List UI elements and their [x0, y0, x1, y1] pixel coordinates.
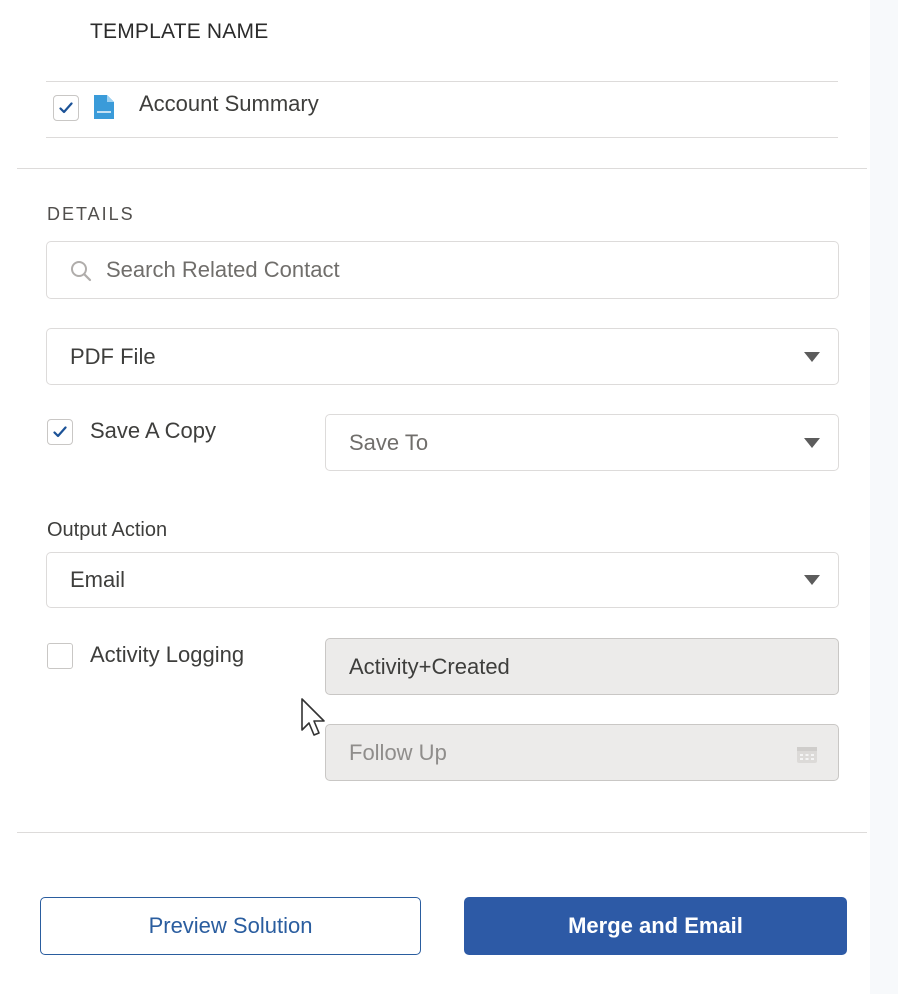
activity-subject-field: Activity+Created [325, 638, 839, 695]
activity-subject-value: Activity+Created [349, 653, 510, 679]
save-copy-checkbox[interactable] [47, 419, 73, 445]
divider [46, 137, 838, 138]
chevron-down-icon [804, 437, 820, 448]
activity-logging-checkbox[interactable] [47, 643, 73, 669]
merge-and-email-button[interactable]: Merge and Email [464, 897, 847, 955]
follow-up-placeholder: Follow Up [349, 739, 447, 765]
follow-up-date-field: Follow Up [325, 724, 839, 781]
chevron-down-icon [804, 575, 820, 585]
calendar-icon [797, 747, 817, 763]
search-placeholder: Search Related Contact [106, 257, 340, 282]
doc-file-icon [94, 95, 114, 119]
save-copy-label: Save A Copy [90, 418, 216, 443]
output-action-select[interactable]: Email [46, 552, 839, 608]
section-divider [17, 168, 867, 169]
search-icon [71, 261, 92, 282]
file-format-value: PDF File [70, 343, 156, 369]
template-name: Account Summary [139, 91, 319, 116]
panel-edge [870, 0, 898, 994]
checkmark-icon [53, 426, 67, 438]
output-action-value: Email [70, 567, 126, 592]
section-divider [17, 832, 867, 833]
search-related-contact-input[interactable]: Search Related Contact [46, 241, 839, 299]
divider [46, 81, 838, 82]
chevron-down-icon [804, 351, 820, 362]
template-name-header: TEMPLATE NAME [90, 20, 269, 43]
file-format-select[interactable]: PDF File [46, 328, 839, 385]
preview-solution-button[interactable]: Preview Solution [40, 897, 421, 955]
save-to-placeholder: Save To [349, 429, 429, 455]
checkmark-icon [59, 102, 73, 114]
template-checkbox[interactable] [53, 95, 79, 121]
save-to-select[interactable]: Save To [325, 414, 839, 471]
details-section-title: DETAILS [47, 204, 135, 224]
mouse-cursor-icon [301, 698, 325, 736]
output-action-label: Output Action [47, 519, 168, 541]
activity-logging-label: Activity Logging [90, 642, 245, 667]
